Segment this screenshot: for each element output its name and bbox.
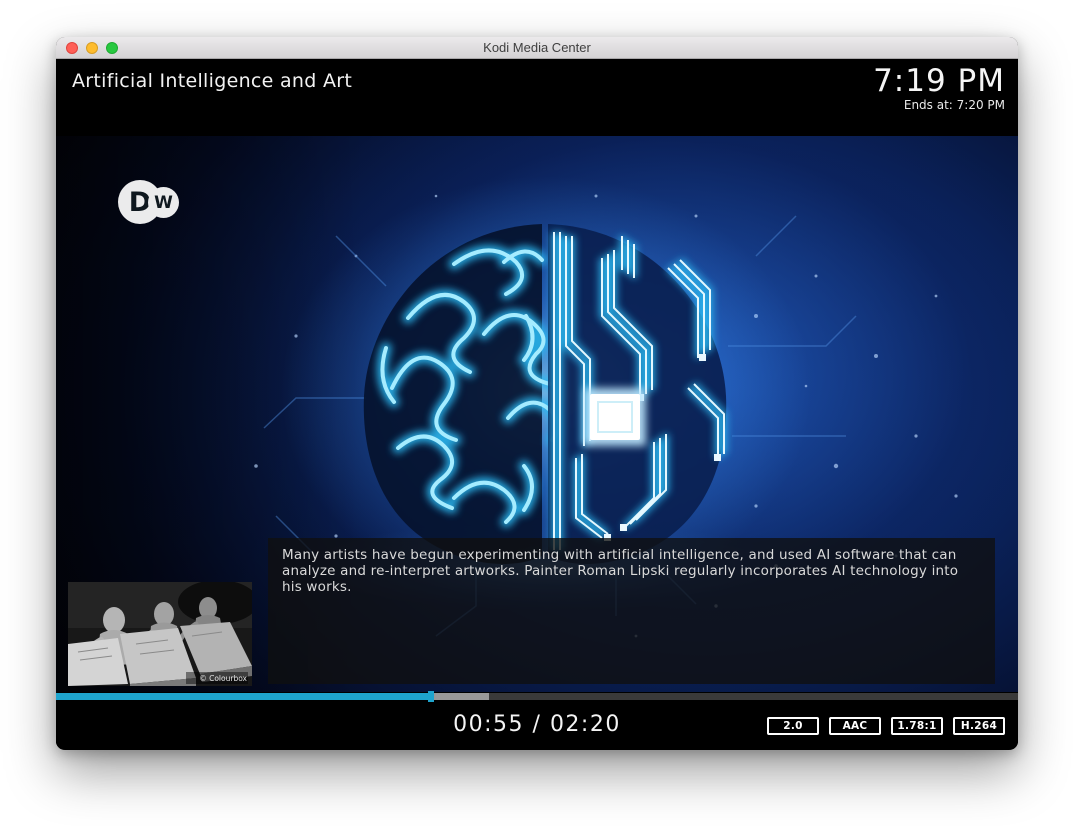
description-text: Many artists have begun experimenting wi…: [282, 547, 958, 595]
thumbnail-credit: © Colourbox: [199, 674, 247, 683]
aspect-ratio-flag: 1.78:1: [891, 717, 943, 735]
seekbar-handle[interactable]: [428, 691, 434, 702]
program-description: Many artists have begun experimenting wi…: [268, 538, 995, 684]
seekbar-track[interactable]: [56, 693, 1018, 700]
player-status-bar: 00:55 / 02:20 2.0 AAC 1.78:1 H.264: [56, 702, 1018, 749]
media-flags: 2.0 AAC 1.78:1 H.264: [767, 717, 1005, 735]
now-playing-title: Artificial Intelligence and Art: [72, 70, 352, 92]
window-controls: [66, 42, 118, 54]
kodi-window: Kodi Media Center Artificial Intelligenc…: [56, 37, 1018, 750]
thumbnail-robots-image: © Colourbox: [68, 582, 252, 686]
clock-block: 7:19 PM Ends at: 7:20 PM: [873, 64, 1005, 112]
seekbar-progress: [56, 693, 431, 700]
minimize-button[interactable]: [86, 42, 98, 54]
dw-logo-w-circle: W: [148, 187, 179, 218]
seekbar-buffer: [431, 693, 489, 700]
video-thumbnail: © Colourbox: [68, 582, 252, 686]
dw-channel-logo: D W: [118, 180, 180, 226]
dw-logo-w: W: [154, 193, 173, 213]
kodi-fullscreen-player: Artificial Intelligence and Art 7:19 PM …: [56, 59, 1018, 749]
window-title: Kodi Media Center: [483, 40, 591, 55]
close-button[interactable]: [66, 42, 78, 54]
video-codec-flag: H.264: [953, 717, 1005, 735]
video-surface[interactable]: D W Many artists have begun experimentin…: [56, 136, 1018, 692]
current-time: 7:19 PM: [873, 64, 1005, 98]
seekbar[interactable]: [56, 692, 1018, 702]
titlebar[interactable]: Kodi Media Center: [56, 37, 1018, 59]
audio-channels-flag: 2.0: [767, 717, 819, 735]
ends-at-label: Ends at: 7:20 PM: [873, 98, 1005, 112]
seekbar-remaining: [489, 693, 1018, 700]
audio-codec-flag: AAC: [829, 717, 881, 735]
osd-header: Artificial Intelligence and Art 7:19 PM …: [56, 59, 1018, 136]
zoom-button[interactable]: [106, 42, 118, 54]
